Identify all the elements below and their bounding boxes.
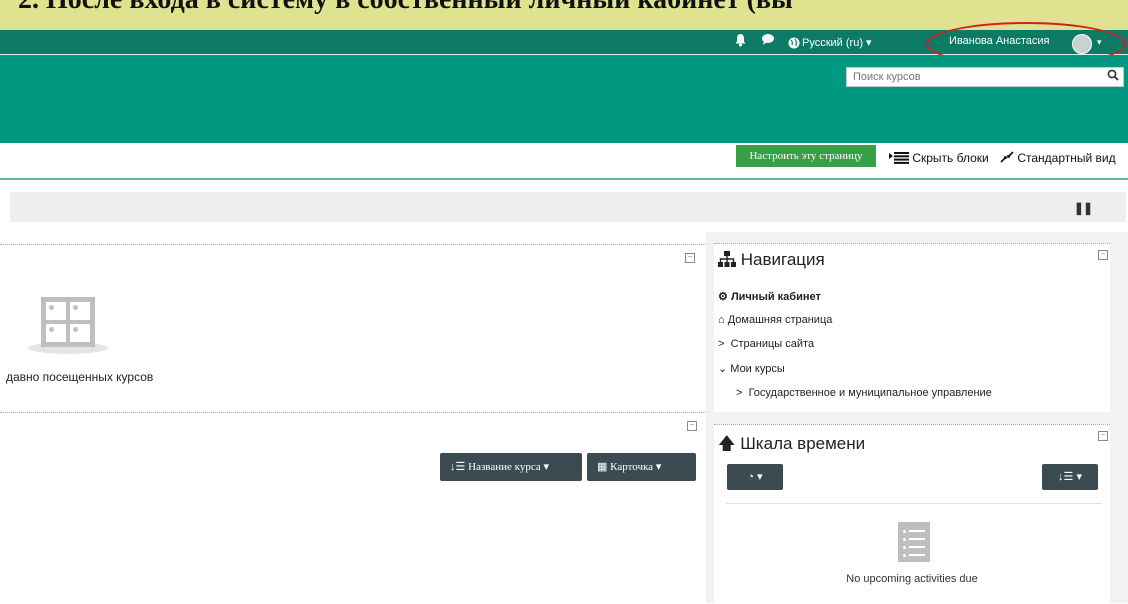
collapse-icon[interactable]: − (1098, 431, 1108, 441)
timeline-title-text: Шкала времени (740, 434, 866, 453)
bell-icon[interactable] (734, 33, 747, 50)
nav-item-label: Мои курсы (730, 363, 785, 375)
nav-item-label: Государственное и муниципальное управлен… (748, 387, 992, 399)
nav-item-course[interactable]: > Государственное и муниципальное управл… (736, 387, 992, 399)
collapse-icon[interactable]: − (685, 253, 695, 263)
hide-blocks-button[interactable]: Скрыть блоки (889, 151, 989, 165)
course-overview-block: − ↓☰ Название курса ▾ ▦ Карточка ▾ (0, 412, 706, 604)
sort-label: Название курса (468, 461, 541, 473)
toolbar-divider (0, 178, 1128, 180)
navigation-title: Навигация (718, 250, 825, 270)
nav-item-label: Домашняя страница (727, 314, 833, 326)
chevron-down-icon: ⌄ (718, 363, 728, 375)
chevron-down-icon: ▾ (1076, 471, 1082, 483)
standard-view-label: Стандартный вид (1017, 151, 1116, 165)
grid-icon: ▦ (597, 461, 608, 473)
courses-empty-icon (41, 297, 95, 347)
dashboard-icon: ⚙ (718, 291, 728, 303)
clock-icon: ◔ (747, 471, 755, 483)
nav-item-my-courses[interactable]: ⌄ Мои курсы (718, 362, 785, 375)
chat-icon[interactable] (761, 33, 775, 49)
hide-blocks-icon (889, 152, 909, 164)
timeline-divider (726, 503, 1102, 504)
sort-icon: ↓☰ (450, 461, 466, 473)
recent-courses-empty-text: давно посещенных курсов (6, 370, 154, 384)
sort-icon: ↓☰ (1058, 471, 1074, 483)
home-icon: ⌂ (718, 314, 725, 326)
view-dropdown-button[interactable]: ▦ Карточка ▾ (587, 453, 696, 481)
customize-page-button[interactable]: Настроить эту страницу (736, 145, 876, 167)
chevron-down-icon: ▾ (757, 471, 763, 483)
collapse-icon[interactable]: − (687, 421, 697, 431)
nav-item-label: Страницы сайта (730, 338, 815, 350)
globe-icon (788, 36, 800, 52)
recent-courses-block: − давно посещенных курсов (0, 244, 706, 403)
document-heading-text: 2. После входа в систему в собственный л… (18, 0, 793, 16)
standard-view-button[interactable]: Стандартный вид (1000, 151, 1116, 165)
nav-item-label: Личный кабинет (730, 291, 821, 303)
search-icon[interactable] (1107, 69, 1119, 84)
timeline-block: − 🡅 Шкала времени ◔ ▾ ↓☰ ▾ No upcoming a… (714, 424, 1110, 604)
compress-icon (1000, 151, 1014, 163)
view-label: Карточка (610, 461, 654, 473)
hide-blocks-label: Скрыть блоки (912, 151, 989, 165)
language-menu[interactable]: Русский (ru) ▾ (802, 36, 872, 49)
course-search[interactable] (846, 67, 1124, 87)
navigation-block: − Навигация ⚙ Личный кабинет ⌂ Домашняя … (714, 243, 1110, 412)
arrow-up-icon: 🡅 (718, 434, 736, 453)
sort-dropdown-button[interactable]: ↓☰ Название курса ▾ (440, 453, 582, 481)
collapse-icon[interactable]: − (1098, 250, 1108, 260)
pause-icon[interactable]: ❚❚ (1074, 201, 1093, 215)
nav-item-dashboard[interactable]: ⚙ Личный кабинет (718, 290, 821, 303)
region-bar: ❚❚ (10, 192, 1126, 222)
document-heading-strip: 2. После входа в систему в собственный л… (0, 0, 1128, 30)
search-input[interactable] (853, 71, 1093, 83)
chevron-right-icon: > (736, 387, 743, 399)
timeline-filter-button[interactable]: ◔ ▾ (727, 464, 783, 490)
navigation-title-text: Навигация (740, 250, 825, 269)
nav-item-site-pages[interactable]: > Страницы сайта (718, 338, 814, 350)
chevron-right-icon: > (718, 338, 725, 350)
no-activities-text: No upcoming activities due (846, 573, 978, 585)
nav-item-home[interactable]: ⌂ Домашняя страница (718, 314, 832, 326)
timeline-sort-button[interactable]: ↓☰ ▾ (1042, 464, 1098, 490)
list-icon (898, 522, 930, 562)
timeline-title: 🡅 Шкала времени (718, 431, 865, 460)
page-header (0, 55, 1128, 143)
chevron-down-icon: ▾ (655, 461, 662, 473)
sitemap-icon (718, 251, 736, 267)
chevron-down-icon: ▾ (543, 461, 550, 473)
